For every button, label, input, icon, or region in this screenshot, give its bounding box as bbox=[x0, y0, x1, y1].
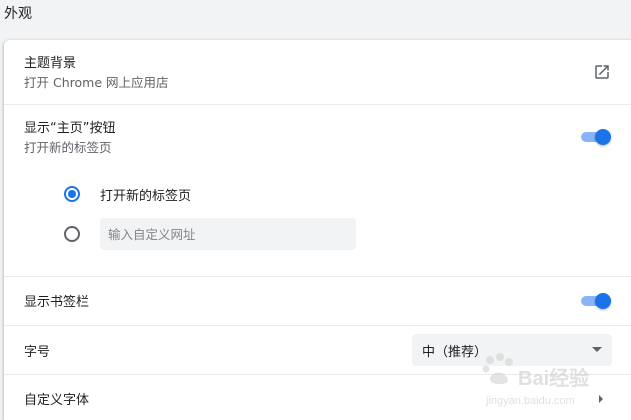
home-button-toggle[interactable] bbox=[581, 127, 611, 147]
custom-fonts-row[interactable]: 自定义字体 bbox=[4, 374, 631, 420]
theme-row[interactable]: 主题背景 打开 Chrome 网上应用店 bbox=[4, 40, 631, 104]
home-button-row: 显示“主页”按钮 打开新的标签页 打开新的标签页 bbox=[4, 104, 631, 276]
bookmarks-bar-row: 显示书签栏 bbox=[4, 276, 631, 325]
custom-url-radio[interactable] bbox=[64, 226, 80, 242]
home-button-label: 显示“主页”按钮 bbox=[24, 121, 116, 136]
appearance-card: 主题背景 打开 Chrome 网上应用店 显示“主页”按钮 打开新的标签页 打开… bbox=[4, 40, 631, 420]
home-button-sublabel: 打开新的标签页 bbox=[24, 140, 112, 155]
chevron-down-icon bbox=[592, 347, 602, 352]
font-size-select[interactable]: 中（推荐） bbox=[412, 334, 612, 366]
font-size-select-value: 中（推荐） bbox=[422, 345, 488, 360]
font-size-row: 字号 中（推荐） bbox=[4, 325, 631, 374]
theme-label: 主题背景 bbox=[24, 56, 77, 71]
new-tab-page-radio[interactable] bbox=[64, 186, 80, 202]
new-tab-page-radio-label[interactable]: 打开新的标签页 bbox=[100, 185, 191, 204]
bookmarks-bar-toggle[interactable] bbox=[581, 291, 611, 311]
chevron-right-icon bbox=[599, 395, 603, 403]
theme-sublabel: 打开 Chrome 网上应用店 bbox=[24, 75, 169, 90]
custom-fonts-label: 自定义字体 bbox=[24, 393, 90, 408]
section-title: 外观 bbox=[4, 6, 32, 22]
open-in-new-icon[interactable] bbox=[593, 63, 611, 81]
font-size-label: 字号 bbox=[24, 345, 51, 360]
custom-url-input[interactable] bbox=[100, 218, 356, 250]
toggle-knob bbox=[595, 129, 611, 145]
bookmarks-bar-label: 显示书签栏 bbox=[24, 295, 90, 310]
toggle-knob bbox=[595, 293, 611, 309]
